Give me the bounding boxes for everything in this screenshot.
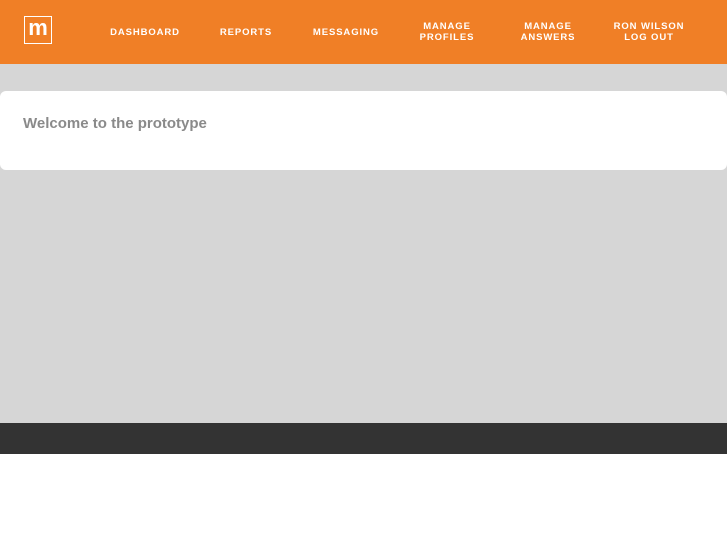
nav-reports[interactable]: REPORTS	[214, 0, 278, 64]
user-name: RON WILSON	[613, 21, 685, 32]
nav-manage-profiles-label-line2: PROFILES	[419, 32, 475, 43]
main-content-area: Welcome to the prototype	[0, 64, 727, 423]
logout-link[interactable]: LOG OUT	[624, 32, 674, 43]
nav-manage-answers-label-line2: ANSWERS	[520, 32, 576, 43]
nav-manage-profiles[interactable]: MANAGE PROFILES	[413, 0, 481, 64]
user-menu[interactable]: RON WILSON LOG OUT	[608, 0, 690, 64]
welcome-heading: Welcome to the prototype	[23, 115, 207, 132]
nav-dashboard-label: DASHBOARD	[110, 26, 180, 38]
footer-bar	[0, 423, 727, 454]
welcome-card: Welcome to the prototype	[0, 91, 727, 170]
nav-manage-answers[interactable]: MANAGE ANSWERS	[514, 0, 582, 64]
nav-reports-label: REPORTS	[219, 26, 273, 38]
nav-manage-profiles-label-line1: MANAGE	[423, 21, 471, 32]
top-navigation-bar: m DASHBOARD REPORTS MESSAGING MANAGE PRO…	[0, 0, 727, 64]
nav-manage-answers-label-line1: MANAGE	[524, 21, 572, 32]
nav-messaging-label: MESSAGING	[312, 26, 380, 38]
nav-dashboard[interactable]: DASHBOARD	[106, 0, 184, 64]
logo-icon[interactable]: m	[24, 16, 52, 44]
nav-messaging[interactable]: MESSAGING	[307, 0, 385, 64]
